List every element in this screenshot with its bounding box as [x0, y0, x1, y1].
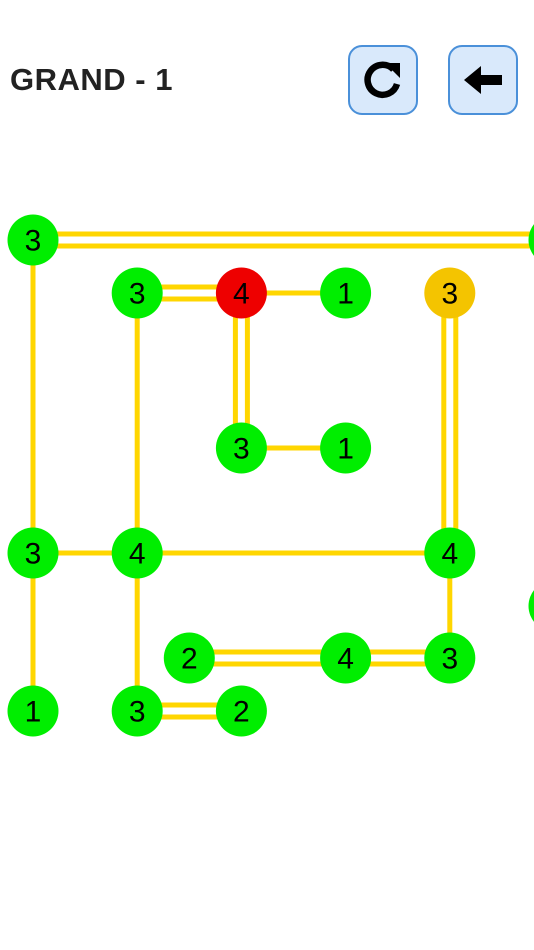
island-circle	[528, 224, 534, 256]
island-node[interactable]: 1	[320, 267, 372, 319]
island-node[interactable]: 4	[215, 267, 267, 319]
island-value: 3	[25, 538, 42, 571]
island-value: 4	[337, 643, 354, 676]
island-value: 3	[233, 433, 250, 466]
island-node[interactable]: 3	[111, 685, 163, 737]
island-node[interactable]: 3	[424, 632, 476, 684]
island-node[interactable]: 4	[111, 527, 163, 579]
island-value: 3	[25, 225, 42, 258]
island-value: 4	[129, 538, 146, 571]
island-node[interactable]: 2	[528, 581, 534, 632]
island-value: 2	[233, 696, 250, 729]
island-value: 1	[337, 278, 354, 311]
island-node[interactable]: 4	[528, 215, 534, 266]
puzzle-board: 3 4 3 4 1 3 3 1 3 4 4 2 2 4 3 1 3 2	[7, 214, 534, 737]
bridge-a-b[interactable]	[33, 231, 534, 249]
island-circle	[528, 590, 534, 622]
island-value: 3	[129, 696, 146, 729]
island-value: 3	[441, 278, 458, 311]
island-node[interactable]: 3	[424, 267, 476, 319]
island-value: 4	[441, 538, 458, 571]
island-node[interactable]: 3	[7, 527, 59, 579]
island-value: 2	[181, 643, 198, 676]
island-value: 1	[25, 696, 42, 729]
island-node[interactable]: 4	[320, 632, 372, 684]
island-node[interactable]: 3	[111, 267, 163, 319]
island-value: 3	[441, 643, 458, 676]
island-node[interactable]: 3	[7, 214, 59, 266]
island-node[interactable]: 1	[7, 685, 59, 737]
island-node[interactable]: 4	[424, 527, 476, 579]
island-node[interactable]: 3	[215, 422, 267, 474]
island-node[interactable]: 1	[320, 422, 372, 474]
bridge-f-k[interactable]	[441, 293, 459, 553]
island-value: 3	[129, 278, 146, 311]
island-node[interactable]: 2	[215, 685, 267, 737]
island-value: 1	[337, 433, 354, 466]
island-value: 4	[233, 278, 250, 311]
island-node[interactable]: 2	[163, 632, 215, 684]
